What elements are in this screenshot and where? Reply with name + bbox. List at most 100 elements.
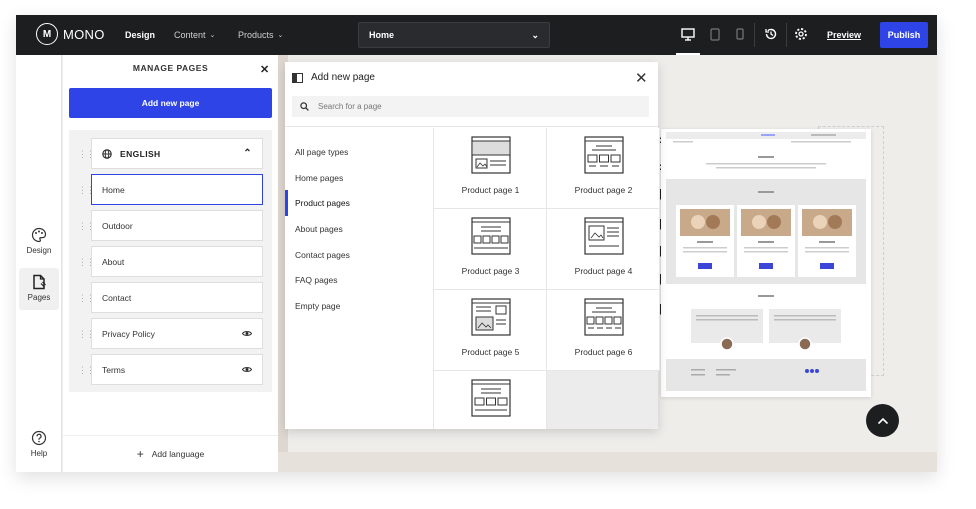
template-product-page-1[interactable]: Product page 1 <box>434 128 547 209</box>
empty-template-cell <box>547 371 658 429</box>
divider <box>63 435 278 436</box>
scroll-to-top-button[interactable] <box>866 404 899 437</box>
page-type-list: All page types Home pages Product pages … <box>285 128 434 429</box>
page-item-label: Terms <box>102 364 126 375</box>
page-item-label: Contact <box>102 292 132 303</box>
desktop-icon[interactable] <box>681 27 695 41</box>
history-icon[interactable] <box>764 27 778 41</box>
mobile-icon[interactable] <box>733 27 747 41</box>
canvas-footer-strip <box>278 452 937 472</box>
sidebar-panel-icon <box>292 73 303 83</box>
template-thumbnail-icon <box>471 217 511 255</box>
nav-content-label: Content <box>174 30 206 40</box>
template-product-page-2[interactable]: Product page 2 <box>547 128 660 209</box>
dialog-title: Add new page <box>311 72 375 83</box>
nav-content[interactable]: Content ⌄ <box>174 15 215 55</box>
template-product-page-3[interactable]: Product page 3 <box>434 209 547 290</box>
close-icon[interactable]: ✕ <box>260 63 269 76</box>
page-type-label: Empty page <box>295 301 341 311</box>
page-type-product[interactable]: Product pages <box>285 190 434 216</box>
chevron-up-icon <box>877 417 888 424</box>
palette-icon <box>31 227 47 243</box>
preview-link[interactable]: Preview <box>827 15 861 55</box>
chevron-down-icon: ⌄ <box>209 32 216 39</box>
language-label: ENGLISH <box>120 148 161 159</box>
toolbar-divider <box>786 23 787 47</box>
add-language-label: Add language <box>151 449 205 459</box>
search-input[interactable]: Search for a page <box>292 96 649 117</box>
template-label: Product page 2 <box>574 185 633 195</box>
page-item-label: Outdoor <box>102 220 133 231</box>
manage-pages-panel: MANAGE PAGES ✕ Add new page ⋮⋮ ENGLISH ⌃… <box>63 55 278 472</box>
pages-list: ⋮⋮ ENGLISH ⌃ ⋮⋮ Home ⋮⋮ Outdoor ⋮⋮ About… <box>69 130 272 392</box>
rail-design-label: Design <box>26 246 52 255</box>
search-placeholder: Search for a page <box>318 102 382 111</box>
toolbar-divider <box>754 23 755 47</box>
template-thumbnail-icon <box>584 298 624 336</box>
eye-icon[interactable] <box>242 330 252 337</box>
page-item-privacy-policy[interactable]: Privacy Policy <box>91 318 263 349</box>
template-label: Product page 5 <box>461 347 520 357</box>
page-selector-value: Home <box>369 30 395 40</box>
template-product-page-7[interactable] <box>434 371 547 429</box>
nav-products-label: Products <box>238 30 274 40</box>
page-item-outdoor[interactable]: Outdoor <box>91 210 263 241</box>
chevron-down-icon: ⌄ <box>531 29 539 40</box>
rail-help[interactable]: Help <box>19 430 59 464</box>
template-product-page-6[interactable]: Product page 6 <box>547 290 660 371</box>
search-icon <box>300 102 309 111</box>
logo[interactable]: M MONO <box>36 23 105 45</box>
page-item-home[interactable]: Home <box>91 174 263 205</box>
page-item-contact[interactable]: Contact <box>91 282 263 313</box>
page-type-faq[interactable]: FAQ pages <box>285 267 434 293</box>
page-type-empty[interactable]: Empty page <box>285 293 434 319</box>
nav-products[interactable]: Products ⌄ <box>238 15 283 55</box>
page-type-home[interactable]: Home pages <box>285 165 434 191</box>
page-item-about[interactable]: About <box>91 246 263 277</box>
page-type-label: Contact pages <box>295 250 350 260</box>
page-item-label: About <box>102 256 125 267</box>
page-item-terms[interactable]: Terms <box>91 354 263 385</box>
template-thumbnail-icon <box>584 217 624 255</box>
dialog-header: Add new page ✕ Search for a page <box>285 62 658 127</box>
add-new-page-button[interactable]: Add new page <box>69 88 272 118</box>
nav-design[interactable]: Design <box>125 15 155 55</box>
panel-title: MANAGE PAGES <box>132 63 209 73</box>
add-language-button[interactable]: + Add language <box>63 447 278 461</box>
chevron-down-icon: ⌄ <box>277 32 284 39</box>
tablet-icon[interactable] <box>708 27 722 41</box>
gear-icon[interactable] <box>794 27 808 41</box>
rail-pages[interactable]: Pages <box>19 268 59 310</box>
page-type-all[interactable]: All page types <box>285 139 434 165</box>
active-device-indicator <box>676 53 700 55</box>
top-bar: M MONO Design Content ⌄ Products ⌄ Home ⌄ … <box>16 15 937 55</box>
page-type-label: Product pages <box>295 198 350 208</box>
template-thumbnail-icon <box>584 136 624 174</box>
left-rail: Design Pages Help <box>16 55 62 472</box>
globe-icon <box>102 148 112 159</box>
template-product-page-5[interactable]: Product page 5 <box>434 290 547 371</box>
page-type-label: All page types <box>295 147 349 157</box>
page-selector[interactable]: Home ⌄ <box>358 22 550 48</box>
template-thumbnail-icon <box>471 136 511 174</box>
language-row[interactable]: ENGLISH ⌃ <box>91 138 263 169</box>
pages-icon <box>33 274 46 290</box>
publish-button[interactable]: Publish <box>880 22 928 48</box>
page-type-contact[interactable]: Contact pages <box>285 242 434 268</box>
close-icon[interactable]: ✕ <box>635 69 648 87</box>
nav-design-label: Design <box>125 30 156 40</box>
eye-icon[interactable] <box>242 366 252 373</box>
help-icon <box>31 430 47 446</box>
template-product-page-4[interactable]: Product page 4 <box>547 209 660 290</box>
rail-pages-label: Pages <box>27 293 51 302</box>
chevron-up-icon[interactable]: ⌃ <box>243 148 252 159</box>
page-type-about[interactable]: About pages <box>285 216 434 242</box>
plus-icon: + <box>136 447 144 461</box>
template-label: Product page 1 <box>461 185 520 195</box>
rail-design[interactable]: Design <box>19 227 59 261</box>
website-preview[interactable] <box>661 129 871 397</box>
template-label: Product page 6 <box>574 347 633 357</box>
logo-mark: M <box>36 23 58 45</box>
app-window: M MONO Design Content ⌄ Products ⌄ Home ⌄ … <box>16 15 937 472</box>
website-preview-graphic <box>666 132 866 391</box>
